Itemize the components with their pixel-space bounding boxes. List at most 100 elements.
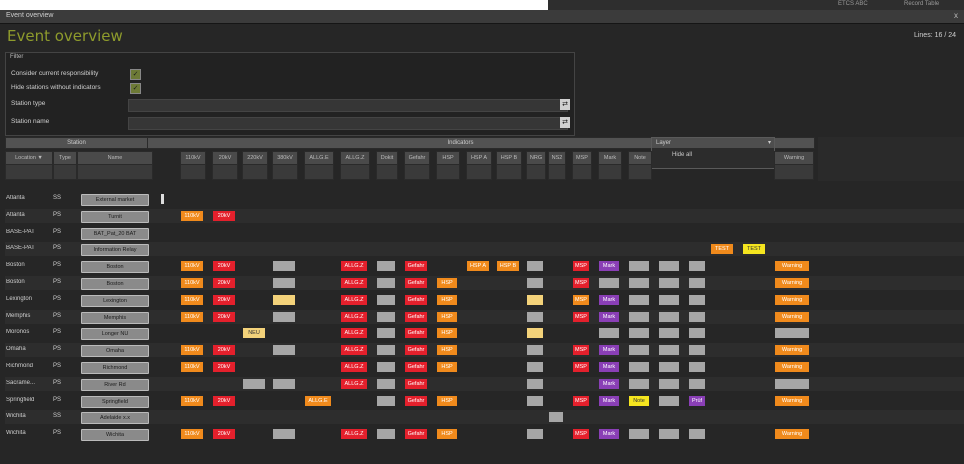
station-name-dropdown-icon[interactable]: ⇄ [560,117,570,128]
column-filter-c16[interactable] [628,164,652,180]
indicator-badge[interactable] [659,345,679,356]
indicator-badge[interactable] [659,429,679,440]
station-type-dropdown-icon[interactable]: ⇄ [560,99,570,110]
column-header-type[interactable]: Type [53,151,77,165]
indicator-badge[interactable] [527,345,543,356]
indicator-badge[interactable] [629,328,649,339]
indicator-badge[interactable] [599,328,619,339]
indicator-badge[interactable] [377,261,395,272]
indicator-badge[interactable] [689,362,705,372]
station-name-button[interactable]: Adelaide x.x [81,412,149,425]
station-name-field[interactable] [128,117,568,130]
column-header-location[interactable]: Location ▼ [5,151,53,165]
indicator-badge[interactable] [377,294,395,305]
indicator-badge[interactable]: HSP [437,429,457,440]
layer-dropdown[interactable]: Layer ▾ Hide all [651,137,775,169]
indicator-badge[interactable] [689,429,705,440]
indicator-badge[interactable] [527,294,543,305]
indicator-badge[interactable]: ALLG.Z [341,294,367,305]
indicator-badge[interactable]: ALLG.E [305,395,331,406]
table-row[interactable]: Boston PS Boston 110kV 20kV ALLG.Z Gefahr HSP MS… [5,276,964,290]
indicator-badge[interactable]: ALLG.Z [341,311,367,322]
indicator-badge[interactable] [689,278,705,288]
indicator-badge[interactable]: Mark [599,429,619,440]
indicator-badge[interactable] [273,429,295,440]
indicator-badge[interactable] [689,294,705,305]
indicator-badge[interactable] [527,278,543,288]
column-header-c7[interactable]: Dokit [376,151,398,165]
indicator-badge[interactable]: 20kV [213,261,235,272]
indicator-badge[interactable] [629,429,649,440]
indicator-badge[interactable]: ALLG.Z [341,328,367,339]
column-header-c15[interactable]: Mark [598,151,622,165]
indicator-badge[interactable]: Warning [775,261,809,272]
indicator-badge[interactable]: 20kV [213,345,235,356]
indicator-badge[interactable]: Warning [775,429,809,440]
indicator-badge[interactable]: 110kV [181,311,203,322]
table-row[interactable]: Springfield PS Springfield 110kV 20kV ALLG.E G… [5,394,964,408]
indicator-badge[interactable] [629,362,649,372]
station-name-button[interactable]: Wichita [81,429,149,442]
indicator-badge[interactable]: Gefahr [405,395,427,406]
column-filter-c11[interactable] [496,164,522,180]
column-filter-warn[interactable] [774,164,814,180]
indicator-badge[interactable]: MSP [573,395,589,406]
indicator-badge[interactable] [629,311,649,322]
column-header-c16[interactable]: Note [628,151,652,165]
indicator-badge[interactable]: ALLG.Z [341,278,367,288]
indicator-badge[interactable]: Mark [599,378,619,389]
column-filter-c2[interactable] [212,164,238,180]
indicator-badge[interactable]: Gefahr [405,328,427,339]
column-filter-c5[interactable] [304,164,334,180]
column-filter-c8[interactable] [404,164,430,180]
indicator-badge[interactable] [659,311,679,322]
column-filter-c6[interactable] [340,164,370,180]
indicator-badge[interactable]: MSP [573,261,589,272]
indicator-badge[interactable] [527,362,543,372]
indicator-badge[interactable] [527,261,543,272]
indicator-badge[interactable]: ALLG.Z [341,261,367,272]
table-row[interactable]: Atlanta PS Turnit 110kV 20kV [5,208,964,223]
indicator-badge[interactable] [689,345,705,356]
indicator-badge[interactable]: Gefahr [405,362,427,372]
indicator-badge[interactable]: HSP [437,311,457,322]
station-name-button[interactable]: BAT_Pat_20 BAT [81,227,149,240]
responsibility-checkbox[interactable]: ✓ [130,69,141,80]
indicator-badge[interactable]: 110kV [181,429,203,440]
indicator-badge[interactable] [775,378,809,389]
station-name-button[interactable]: External market [81,194,149,206]
indicator-badge[interactable]: 20kV [213,362,235,372]
indicator-badge[interactable] [243,378,265,389]
column-header-c1[interactable]: 110kV [180,151,206,165]
table-row[interactable]: Atlanta SS External market [5,192,964,206]
indicator-badge[interactable]: TEST [711,244,733,255]
station-type-field[interactable] [128,99,568,112]
table-row[interactable]: Lexington PS Lexington 110kV 20kV ALLG.Z Gefah… [5,293,964,307]
indicator-badge[interactable]: Mark [599,294,619,305]
indicator-badge[interactable] [527,395,543,406]
indicator-badge[interactable]: Gefahr [405,345,427,356]
indicator-badge[interactable] [273,294,295,305]
indicator-badge[interactable]: 110kV [181,362,203,372]
table-row[interactable]: Omaha PS Omaha 110kV 20kV ALLG.Z Gefahr HSP MSP M… [5,343,964,358]
close-icon[interactable]: x [954,11,958,20]
indicator-badge[interactable]: Gefahr [405,261,427,272]
table-row[interactable]: Moronos PS Longer NU NEU ALLG.Z Gefahr HSP [5,326,964,341]
indicator-badge[interactable] [377,345,395,356]
indicator-badge[interactable] [377,311,395,322]
indicator-badge[interactable]: MSP [573,429,589,440]
indicator-badge[interactable]: Gefahr [405,429,427,440]
column-filter-name[interactable] [77,164,153,180]
indicator-badge[interactable]: 110kV [181,395,203,406]
indicator-badge[interactable] [273,378,295,389]
indicator-badge[interactable] [377,328,395,339]
column-header-c12[interactable]: NRG [526,151,546,165]
indicator-badge[interactable]: ALLG.Z [341,378,367,389]
indicator-badge[interactable]: Warning [775,395,809,406]
indicator-badge[interactable]: HSP [437,362,457,372]
station-name-button[interactable]: Boston [81,278,149,290]
indicator-badge[interactable]: 110kV [181,210,203,221]
indicator-badge[interactable]: MSP [573,362,589,372]
indicator-badge[interactable]: 110kV [181,261,203,272]
column-filter-c14[interactable] [572,164,592,180]
